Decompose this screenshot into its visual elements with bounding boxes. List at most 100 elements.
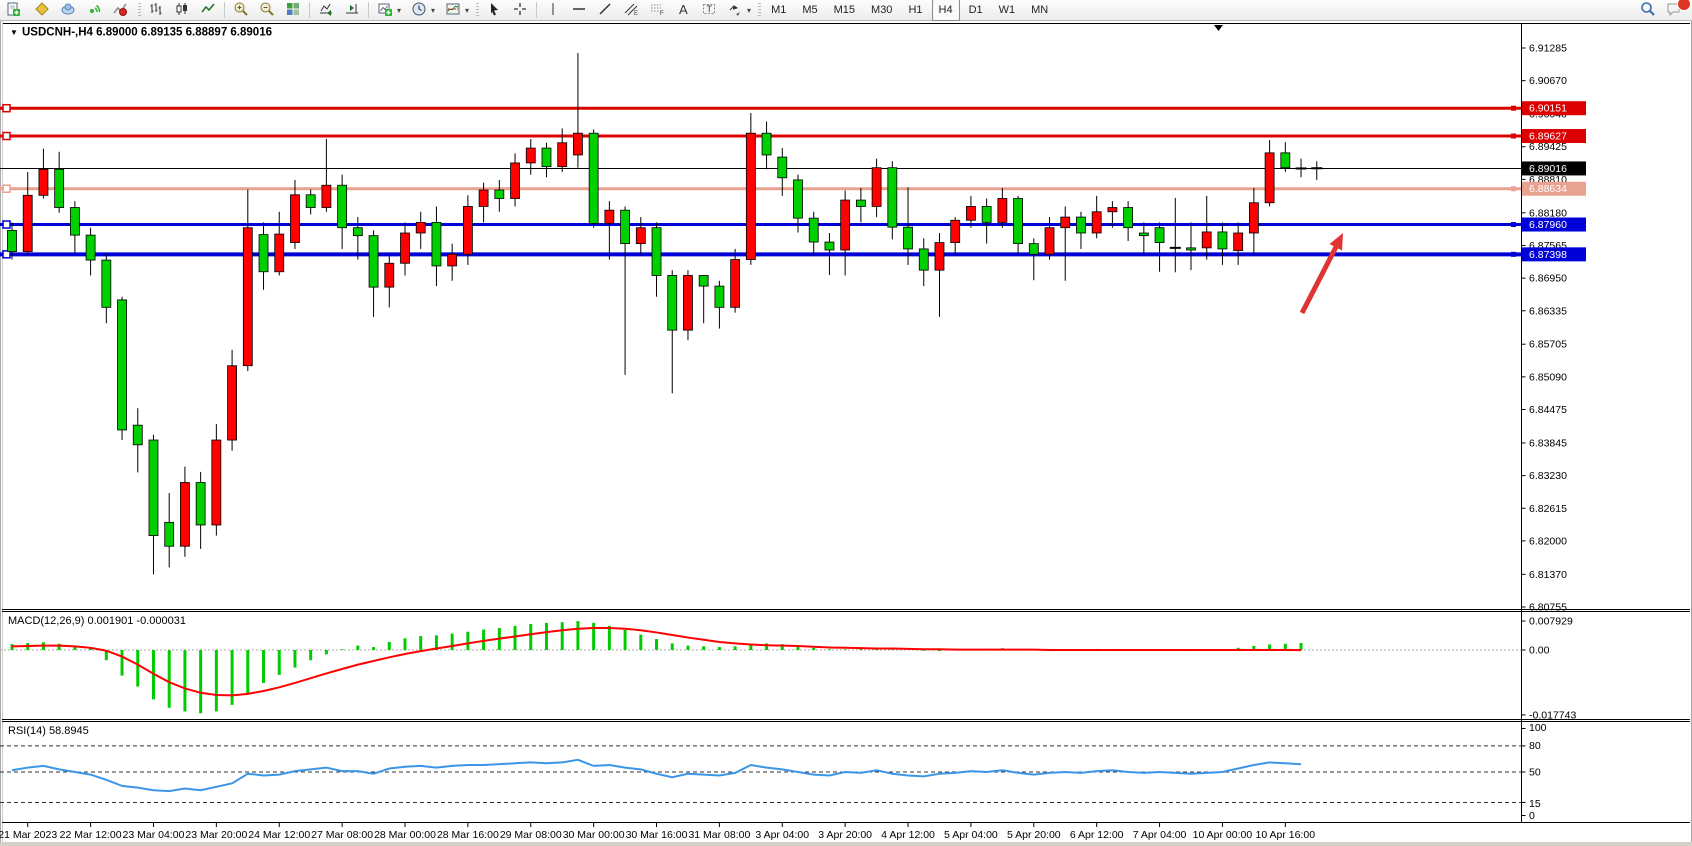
- channel-tool-button[interactable]: E: [619, 0, 643, 20]
- price-axis-label: 6.89425: [1529, 141, 1567, 153]
- search-button[interactable]: [1636, 0, 1660, 20]
- shapes-icon: [727, 1, 743, 20]
- hline-icon: [571, 1, 587, 20]
- line-handle[interactable]: [1511, 134, 1516, 139]
- cursor-tool-button[interactable]: [482, 0, 506, 20]
- svg-text:E: E: [634, 11, 638, 17]
- price-axis-label: 6.83230: [1529, 470, 1567, 482]
- publish-button[interactable]: [56, 0, 80, 20]
- periods-button[interactable]: ▾: [407, 0, 439, 20]
- tile-windows-button[interactable]: [281, 0, 305, 20]
- line-handle[interactable]: [3, 133, 10, 140]
- price-axis-label: 6.81370: [1529, 569, 1567, 581]
- fibonacci-tool-button[interactable]: F: [645, 0, 669, 20]
- chart-area[interactable]: ▼USDCNH-,H4 6.89000 6.89135 6.88897 6.89…: [0, 0, 1692, 846]
- chart-window-frame: [1, 21, 1692, 844]
- price-axis-label: 6.90670: [1529, 75, 1567, 87]
- templates-button[interactable]: ▾: [441, 0, 473, 20]
- timeframe-button-h1[interactable]: H1: [901, 0, 929, 21]
- auto-scroll-button[interactable]: [314, 0, 338, 20]
- time-axis-label: 3 Apr 20:00: [818, 829, 872, 841]
- time-axis-label: 29 Mar 08:00: [500, 829, 562, 841]
- time-axis-label: 3 Apr 04:00: [755, 829, 809, 841]
- rsi-axis-label: 15: [1529, 798, 1541, 810]
- crosshair-tool-button[interactable]: [508, 0, 532, 20]
- symbol-ohlc-title: USDCNH-,H4 6.89000 6.89135 6.88897 6.890…: [22, 27, 272, 39]
- new-chart-button[interactable]: ▾: [373, 0, 405, 20]
- trendline-tool-button[interactable]: [593, 0, 617, 20]
- price-badge-label: 6.89627: [1529, 131, 1567, 143]
- bar-chart-button[interactable]: [144, 0, 168, 20]
- price-axis-label: 6.82000: [1529, 535, 1567, 547]
- time-axis-label: 10 Apr 00:00: [1193, 829, 1253, 841]
- time-axis-label: 4 Apr 12:00: [881, 829, 935, 841]
- dropdown-caret-icon: ▾: [431, 6, 435, 15]
- vertical-line-tool-button[interactable]: [541, 0, 565, 20]
- line-handle[interactable]: [3, 221, 10, 228]
- new-order-icon: [5, 1, 21, 20]
- line-chart-button[interactable]: [196, 0, 220, 20]
- shapes-tool-button[interactable]: ▾: [723, 0, 755, 20]
- crosshair-icon: [512, 1, 528, 20]
- timeframe-button-w1[interactable]: W1: [992, 0, 1023, 21]
- timeframe-button-mn[interactable]: MN: [1024, 0, 1055, 21]
- zoom-out-button[interactable]: [255, 0, 279, 20]
- line-handle[interactable]: [1511, 252, 1516, 257]
- timeframe-button-m30[interactable]: M30: [864, 0, 899, 21]
- zoom-in-button[interactable]: [229, 0, 253, 20]
- chart-title: ▼USDCNH-,H4 6.89000 6.89135 6.88897 6.89…: [10, 27, 272, 39]
- channel-icon: E: [623, 1, 639, 20]
- price-axis-label: 6.86950: [1529, 273, 1567, 285]
- timeframe-button-h4[interactable]: H4: [932, 0, 960, 21]
- timeframe-button-m15[interactable]: M15: [827, 0, 862, 21]
- line-handle[interactable]: [3, 185, 10, 192]
- line-handle[interactable]: [1511, 106, 1516, 111]
- label-tool-button[interactable]: T: [697, 0, 721, 20]
- rsi-axis-label: 0: [1529, 810, 1535, 822]
- auto-trading-button[interactable]: [108, 0, 135, 20]
- horizontal-line-tool-button[interactable]: [567, 0, 591, 20]
- toolbar-separator: [368, 2, 369, 18]
- chat-button[interactable]: [1662, 0, 1686, 20]
- toolbar-separator: [224, 2, 225, 18]
- periods-icon: [411, 1, 427, 20]
- trendline-icon: [597, 1, 613, 20]
- price-axis-label: 6.82615: [1529, 503, 1567, 515]
- timeframe-button-m5[interactable]: M5: [795, 0, 824, 21]
- toolbar-separator: [309, 2, 310, 18]
- zoom-out-icon: [259, 1, 275, 20]
- macd-axis-label: 0.00: [1529, 645, 1550, 657]
- time-axis-label: 28 Mar 00:00: [374, 829, 436, 841]
- label-icon: T: [701, 1, 717, 20]
- signal-icon: [86, 1, 102, 20]
- price-badge-label: 6.87960: [1529, 219, 1567, 231]
- time-axis-label: 24 Mar 12:00: [248, 829, 310, 841]
- price-axis-label: 6.91285: [1529, 43, 1567, 55]
- dropdown-caret-icon: ▾: [465, 6, 469, 15]
- timeframe-button-m1[interactable]: M1: [764, 0, 793, 21]
- time-axis-label: 28 Mar 16:00: [437, 829, 499, 841]
- text-tool-button[interactable]: A: [671, 0, 695, 20]
- svg-text:A: A: [679, 2, 688, 17]
- price-badge-label: 6.90151: [1529, 103, 1567, 115]
- time-axis-label: 21 Mar 2023: [0, 829, 57, 841]
- candlestick-chart-button[interactable]: [170, 0, 194, 20]
- svg-text:F: F: [660, 11, 664, 17]
- bars-icon: [148, 1, 164, 20]
- price-badge-label: 6.88634: [1529, 183, 1567, 195]
- new-order-button[interactable]: [1, 0, 28, 20]
- toolbar: ▾ ▾ ▾ E F AT ▾ M1M5M15M30H1H4D1W1MN: [0, 0, 1692, 21]
- signal-button[interactable]: [82, 0, 106, 20]
- price-axis-label: 6.86335: [1529, 305, 1567, 317]
- metaeditor-icon: [34, 1, 50, 20]
- chart-shift-button[interactable]: [340, 0, 364, 20]
- line-handle[interactable]: [1511, 222, 1516, 227]
- macd-axis-label: -0.017743: [1529, 709, 1576, 721]
- price-badge-label: 6.89016: [1529, 163, 1567, 175]
- metaeditor-button[interactable]: [30, 0, 54, 20]
- line-handle[interactable]: [3, 105, 10, 112]
- timeframe-button-d1[interactable]: D1: [962, 0, 990, 21]
- line-handle[interactable]: [1511, 186, 1516, 191]
- vline-icon: [545, 1, 561, 20]
- rsi-axis-label: 100: [1529, 722, 1547, 734]
